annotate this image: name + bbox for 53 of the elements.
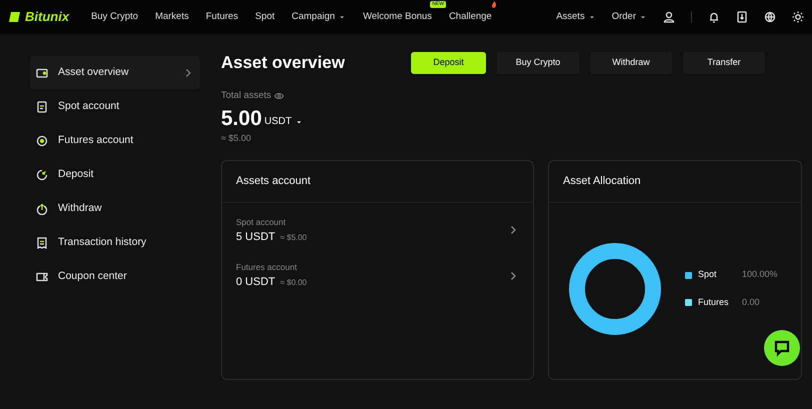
account-row[interactable]: Spot account 5 USDT ≈ $5.00 [222,208,533,253]
nav-link[interactable]: Campaign [292,10,346,24]
coupon-icon [36,270,48,282]
account-name: Spot account [236,216,287,228]
action-button[interactable]: Deposit [411,52,486,74]
legend-label: Spot [698,268,718,282]
account-amount: 5 USDT [236,230,276,244]
receipt-icon [36,236,48,248]
logo-icon [8,11,21,23]
sidebar-item[interactable]: Futures account [30,124,200,157]
nav-link[interactable]: Order [612,10,647,24]
currency-dropdown[interactable]: USDT [264,114,303,130]
legend-label: Futures [698,296,730,309]
nav-link[interactable]: Spot [255,10,275,24]
account-row[interactable]: Futures account 0 USDT ≈ $0.00 [222,253,533,298]
sidebar-item[interactable]: Deposit [30,158,200,191]
panel-title: Asset Allocation [549,161,801,203]
chat-icon [773,339,791,357]
theme-icon[interactable] [792,11,804,23]
sidebar-item[interactable]: Asset overview [30,56,200,89]
target-icon [36,134,48,146]
sidebar-item[interactable]: Withdraw [30,192,200,225]
account-name: Futures account [236,261,298,274]
deposit-icon [36,168,48,180]
wallet-icon [36,66,48,78]
nav-link[interactable]: Challenge [448,10,492,24]
sidebar-item[interactable]: Spot account [30,90,200,123]
account-fiat: ≈ $5.00 [280,232,307,244]
action-button[interactable]: Withdraw [590,52,672,74]
account-fiat: ≈ $0.00 [280,276,307,289]
nav-link[interactable]: Markets [155,10,189,24]
page-title: Asset overview [221,52,346,74]
globe-icon[interactable] [764,11,776,23]
legend-value: 0.00 [742,296,760,309]
nav-link[interactable]: Futures [206,10,238,24]
sidebar-item[interactable]: Coupon center [30,260,200,293]
logo[interactable]: Bitunix [8,7,70,27]
panel-title: Assets account [222,161,533,203]
nav-link[interactable]: Buy Crypto [91,10,138,24]
withdraw-icon [36,202,48,214]
action-button[interactable]: Transfer [683,52,765,74]
action-button[interactable]: Buy Crypto [497,52,579,74]
document-icon [36,100,48,112]
legend-value: 100.00% [742,268,778,282]
sidebar-item[interactable]: Transaction history [30,226,200,259]
total-amount: 5.00 [221,108,262,130]
account-amount: 0 USDT [236,274,276,290]
total-assets-label: Total assets [221,89,272,103]
fiat-value: ≈ $5.00 [221,132,252,145]
bell-icon[interactable] [708,11,720,23]
download-app-icon[interactable] [736,11,748,23]
user-icon[interactable] [663,11,675,23]
nav-link[interactable]: Assets [556,10,596,24]
